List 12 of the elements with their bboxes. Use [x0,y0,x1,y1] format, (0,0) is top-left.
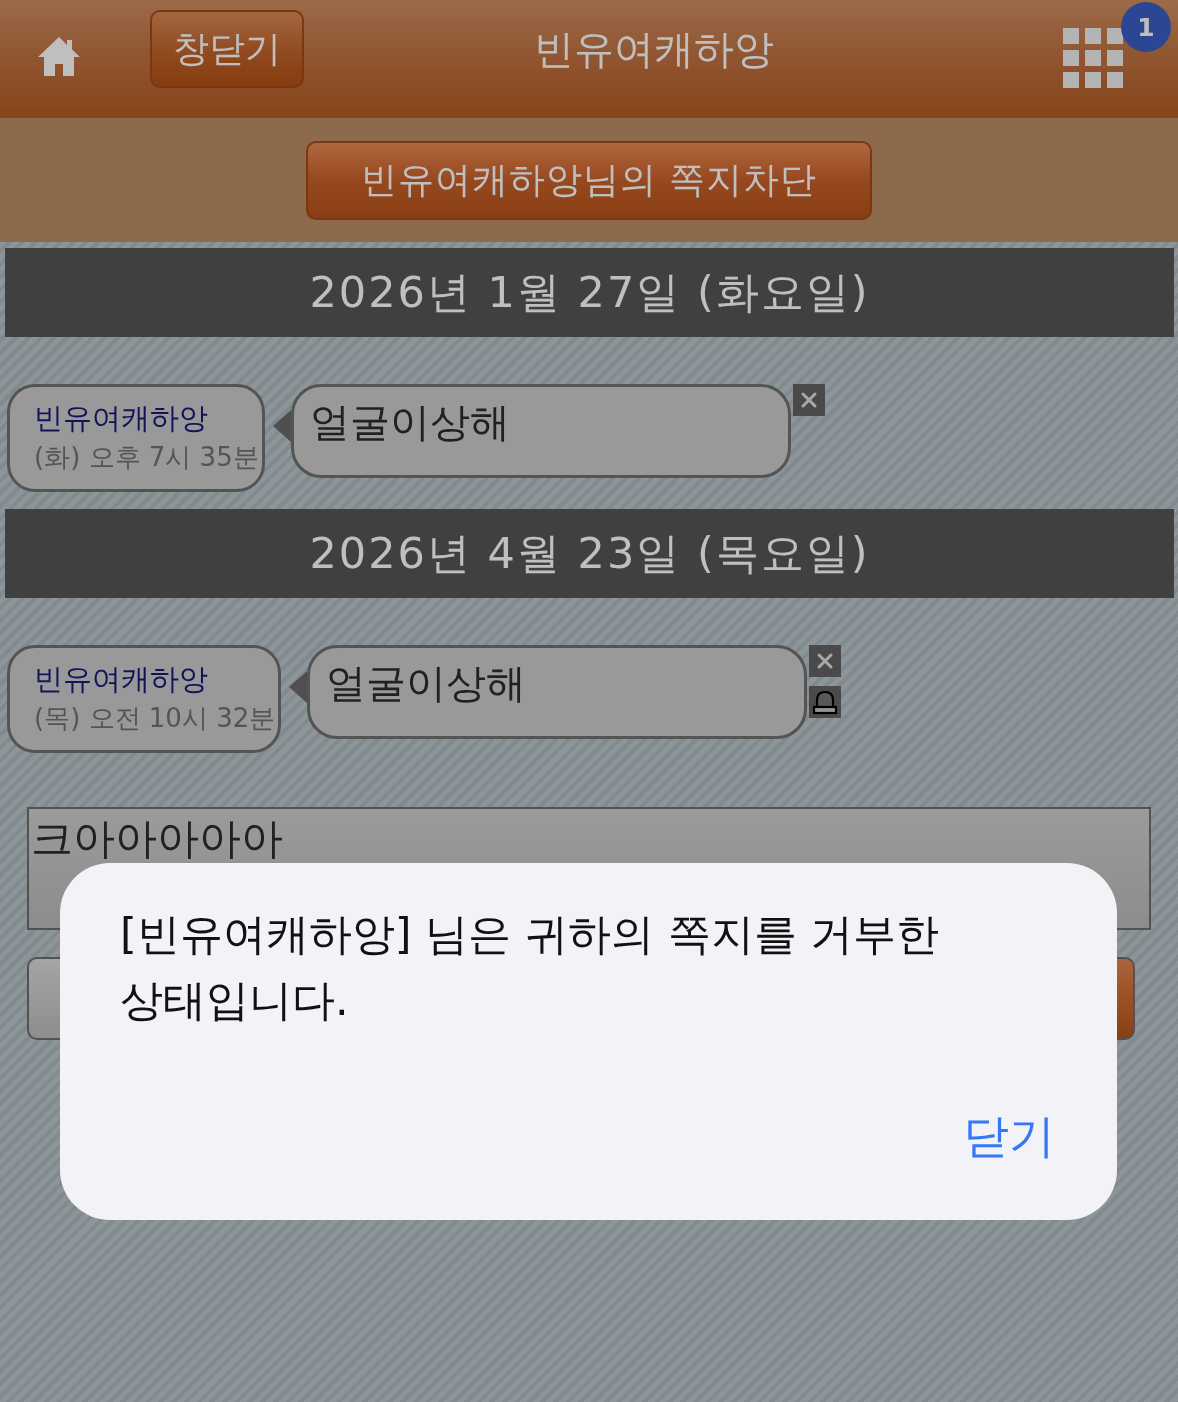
input-text: 크아아아아아 [31,813,283,865]
sender-name: 빈유여캐하앙 [34,661,209,698]
date-header: 2026년 4월 23일 (목요일) [5,509,1174,598]
message-time: (화) 오후 7시 35분 [34,441,259,474]
notification-badge: 1 [1121,2,1171,52]
dialog-message: [빈유여캐하앙] 님은 귀하의 쪽지를 거부한 상태입니다. [120,908,941,1027]
message-bubble: 얼굴이상해 [290,384,791,478]
window-title: 빈유여캐하앙 [533,24,774,74]
message-time: (목) 오전 10시 32분 [34,702,276,735]
date-header: 2026년 1월 27일 (화요일) [5,248,1174,337]
message-bubble: 얼굴이상해 [307,645,808,739]
sender-name: 빈유여캐하앙 [34,400,209,437]
